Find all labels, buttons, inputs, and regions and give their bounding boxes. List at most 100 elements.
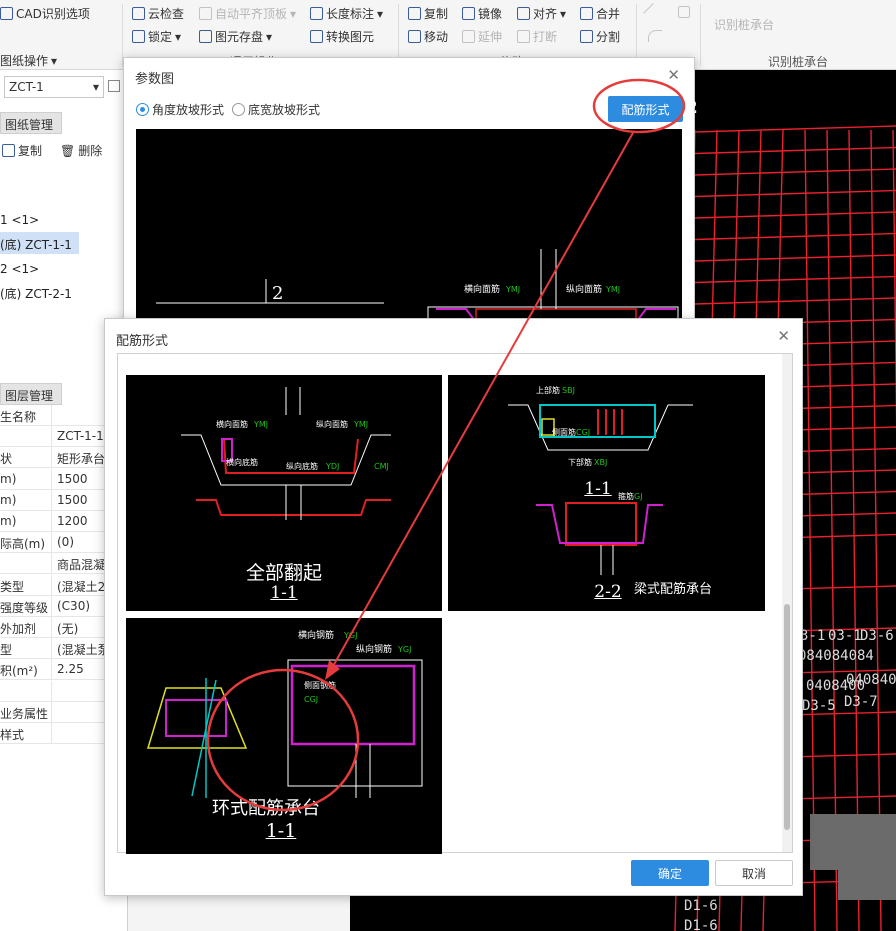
move-button[interactable]: 移动 — [408, 28, 448, 45]
rebar-option-beam-type[interactable]: 上部筋 SBJ 侧面筋 CGJ 下部筋 XBJ 箍筋 GJ 1-1 2-2 梁式… — [448, 375, 765, 611]
component-selector[interactable]: ZCT-1 ▾ — [4, 76, 104, 98]
property-value[interactable]: 矩形承台 — [57, 450, 105, 467]
drawing-ops-group[interactable]: 图纸操作 ▾ — [0, 52, 57, 69]
rect-tool-icon[interactable] — [678, 6, 690, 18]
ok-button[interactable]: 确定 — [631, 860, 709, 886]
property-value[interactable]: ZCT-1-1 — [57, 429, 104, 443]
cad-label: 纵向面筋 — [566, 283, 602, 295]
cad-label: 侧面筋 — [552, 427, 576, 437]
property-key: m) — [0, 468, 52, 490]
gray-block — [838, 870, 896, 900]
option-checkbox[interactable] — [108, 80, 120, 92]
cad-label: 横向底筋 — [226, 457, 258, 467]
close-icon[interactable]: ✕ — [777, 327, 790, 345]
property-key: m) — [0, 511, 52, 532]
property-key: 类型 — [0, 574, 52, 596]
property-value[interactable]: (无) — [57, 620, 78, 637]
param-dialog-title: 参数图 — [135, 72, 175, 87]
rebar-form-button[interactable]: 配筋形式 — [608, 96, 683, 122]
extend-button[interactable]: 延伸 — [462, 28, 502, 45]
radio-angle-slope[interactable]: 角度放坡形式 — [136, 101, 224, 118]
tree-item[interactable]: 2 <1> — [0, 262, 39, 276]
copy-icon — [408, 7, 421, 20]
copy-button[interactable]: 复制 — [408, 5, 448, 22]
cad-label: 侧面钢筋 — [304, 680, 336, 690]
option-caption: 梁式配筋承台 — [633, 582, 712, 597]
property-value[interactable]: 1200 — [57, 514, 88, 528]
auto-flat-top-button[interactable]: 自动平齐顶板 ▾ — [199, 5, 296, 22]
cad-label: D1-6 — [684, 898, 718, 914]
cad-label: 084084084 — [798, 648, 874, 664]
property-key: 样式 — [0, 723, 52, 744]
cad-label: 横向钢筋 — [298, 629, 334, 641]
element-save-button[interactable]: 图元存盘 ▾ — [199, 28, 272, 45]
cloud-check-button[interactable]: 云检查 — [132, 5, 184, 22]
cad-grid-line — [804, 129, 816, 931]
cad-label: CGJ — [304, 695, 318, 704]
cad-settings-icon — [0, 7, 13, 20]
split-button[interactable]: 分割 — [580, 28, 620, 45]
property-value[interactable]: 1500 — [57, 472, 88, 486]
property-key: 状 — [0, 447, 52, 469]
rebar-option-ring-type[interactable]: 横向钢筋 YGJ 纵向钢筋 YGJ 侧面钢筋 CGJ 环式配筋承台 1-1 — [126, 618, 442, 854]
length-mark-button[interactable]: 长度标注 ▾ — [310, 5, 383, 22]
property-key: m) — [0, 489, 52, 511]
identify-pile-cap-button[interactable]: 识别桩承台 — [714, 16, 774, 33]
property-value[interactable]: 1500 — [57, 493, 88, 507]
cad-label: 下部筋 — [568, 457, 592, 467]
cad-label: CMJ — [374, 462, 389, 471]
cad-label: YMJ — [353, 420, 368, 429]
ruler-icon — [310, 7, 323, 20]
cad-options-button[interactable]: CAD识别选项 — [0, 5, 90, 22]
cad-label: CGJ — [576, 428, 590, 437]
cad-label: YMJ — [605, 285, 620, 294]
cad-corner-label: 2 — [687, 98, 698, 118]
cad-grid-line — [694, 254, 896, 262]
cad-label: 纵向钢筋 — [356, 643, 392, 655]
tree-item[interactable]: 1 <1> — [0, 213, 39, 227]
property-value[interactable]: (C30) — [57, 599, 90, 613]
property-value[interactable]: (混凝土泵 — [57, 641, 110, 658]
chevron-down-icon: ▾ — [175, 29, 182, 44]
cad-label: XBJ — [594, 458, 607, 467]
copy-icon — [2, 144, 15, 157]
tree-item[interactable]: (底) ZCT-1-1 — [0, 236, 72, 253]
tree-item[interactable]: (底) ZCT-2-1 — [0, 285, 72, 302]
mirror-button[interactable]: 镜像 — [462, 5, 502, 22]
radio-unchecked-icon — [232, 103, 245, 116]
rebar-option-full-turnup[interactable]: 横向面筋 YMJ 纵向面筋 YMJ 横向底筋 纵向底筋 YDJ CMJ 全部翻起… — [126, 375, 442, 611]
cad-grid-line — [694, 146, 896, 155]
cancel-button[interactable]: 取消 — [715, 860, 793, 886]
cad-label: 横向面筋 — [464, 283, 500, 295]
scrollbar-track[interactable] — [782, 354, 792, 852]
copy-drawing-button[interactable]: 复制 — [2, 142, 42, 159]
convert-element-button[interactable]: 转换图元 — [310, 28, 374, 45]
scrollbar-thumb[interactable] — [784, 604, 790, 830]
cad-label: D3-7 — [844, 694, 878, 710]
break-button[interactable]: 打断 — [517, 28, 557, 45]
save-element-icon — [199, 30, 212, 43]
layer-mgmt-tab[interactable]: 图层管理 — [0, 383, 62, 405]
close-icon[interactable]: ✕ — [667, 66, 680, 84]
property-key: 生名称 — [0, 405, 52, 426]
arc-tool-icon[interactable] — [648, 30, 662, 42]
line-tool-icon[interactable] — [643, 3, 663, 23]
property-key: 业务属性 — [0, 701, 52, 723]
cad-label: D3-6 — [860, 628, 894, 644]
property-value[interactable]: (混凝土2 — [57, 578, 105, 595]
break-icon — [517, 30, 530, 43]
merge-button[interactable]: 合并 — [580, 5, 620, 22]
cad-label: SBJ — [562, 386, 575, 395]
property-value[interactable]: 2.25 — [57, 662, 84, 676]
align-button[interactable]: 对齐 ▾ — [517, 5, 566, 22]
align-icon — [517, 7, 530, 20]
drawing-mgmt-tab[interactable]: 图纸管理 — [0, 112, 62, 134]
property-key — [0, 426, 52, 448]
cad-grid-line — [694, 168, 896, 176]
lock-button[interactable]: 锁定 ▾ — [132, 28, 181, 45]
property-value[interactable]: (0) — [57, 535, 74, 549]
delete-drawing-button[interactable]: 🗑 删除 — [60, 142, 102, 159]
radio-width-slope[interactable]: 底宽放坡形式 — [232, 101, 320, 118]
chevron-down-icon: ▾ — [560, 6, 567, 21]
mirror-icon — [462, 7, 475, 20]
